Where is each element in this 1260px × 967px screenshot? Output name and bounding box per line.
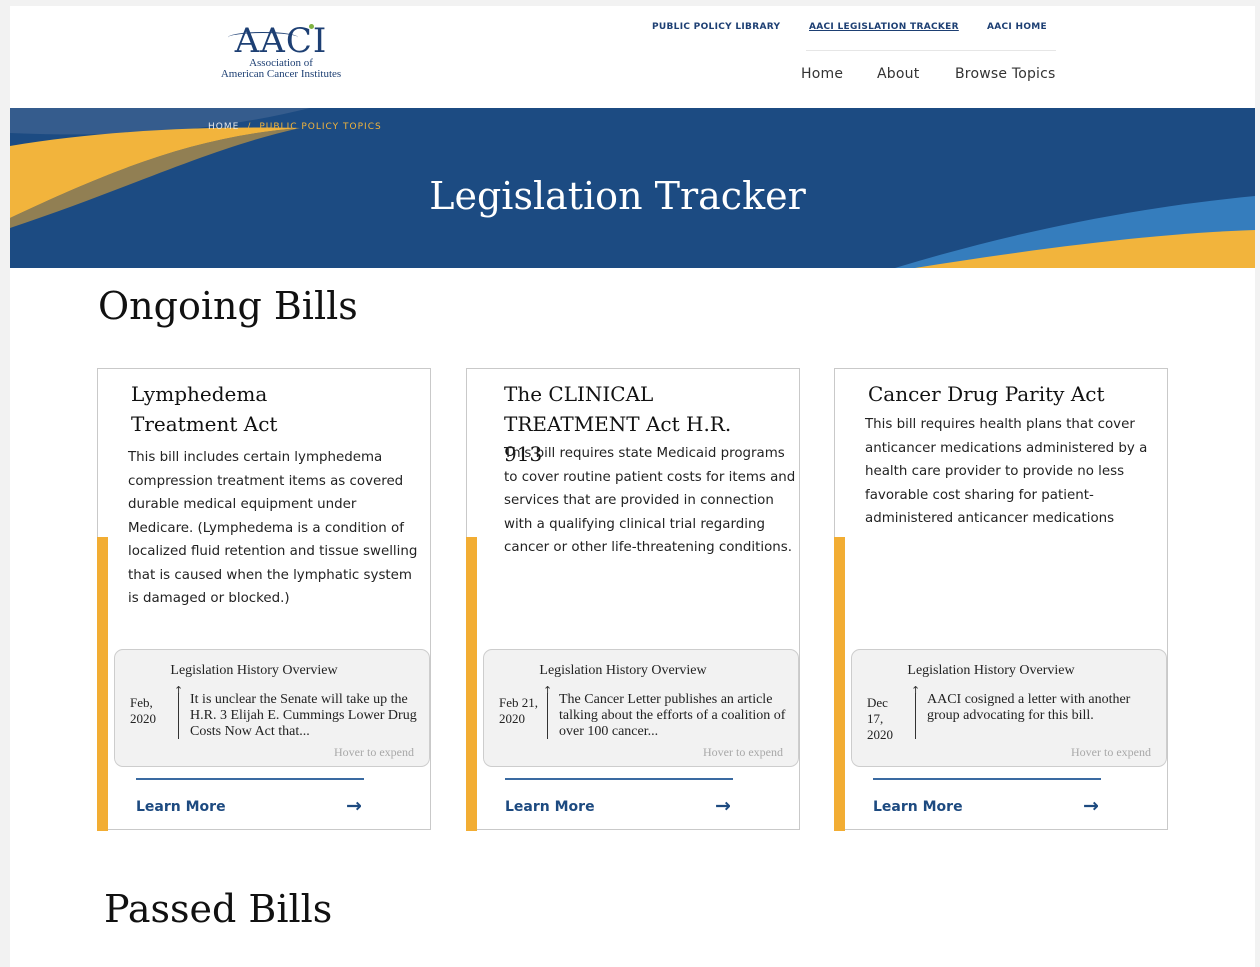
history-title: Legislation History Overview — [170, 663, 338, 678]
legislation-history-box[interactable]: Legislation History Overview Feb 21, 202… — [483, 649, 799, 767]
history-date: Feb, 2020 — [130, 695, 156, 726]
learn-more-link[interactable]: Learn More — [505, 799, 595, 815]
card-accent-bar — [466, 537, 477, 831]
breadcrumb-home[interactable]: HOME — [208, 122, 239, 132]
top-link-aaci-home[interactable]: AACI HOME — [987, 22, 1047, 32]
timeline-up-arrow-icon: ↑ — [911, 685, 921, 739]
card-accent-bar — [834, 537, 845, 831]
aaci-logo[interactable]: AACI Association of American Cancer Inst… — [206, 24, 356, 80]
history-text: The Cancer Letter publishes an article t… — [559, 692, 786, 739]
card-divider — [873, 778, 1101, 780]
section-title-ongoing: Ongoing Bills — [98, 284, 358, 328]
hover-hint: Hover to expend — [334, 745, 414, 759]
bill-card: Cancer Drug Parity Act This bill require… — [834, 368, 1168, 831]
timeline-up-arrow-icon: ↑ — [174, 685, 184, 739]
page: AACI Association of American Cancer Inst… — [10, 6, 1255, 967]
breadcrumb-current[interactable]: PUBLIC POLICY TOPICS — [259, 122, 381, 132]
arrow-right-icon[interactable]: → — [1083, 795, 1099, 817]
legislation-history-box[interactable]: Legislation History Overview Feb, 2020 ↑… — [114, 649, 430, 767]
nav-divider — [806, 50, 1056, 51]
nav-item-browse-topics[interactable]: Browse Topics — [955, 66, 1056, 82]
page-title: Legislation Tracker — [429, 174, 806, 218]
bill-card: The CLINICAL TREATMENT Act H.R. 913 This… — [466, 368, 800, 831]
nav-item-about[interactable]: About — [877, 66, 919, 82]
logo-dot-icon — [309, 24, 314, 29]
breadcrumb: HOME / PUBLIC POLICY TOPICS — [208, 122, 382, 132]
nav-item-home[interactable]: Home — [801, 66, 843, 82]
bill-description: This bill requires state Medicaid progra… — [504, 446, 796, 555]
hover-hint: Hover to expend — [1071, 745, 1151, 759]
bill-card: Lymphedema Treatment Act This bill inclu… — [97, 368, 431, 831]
history-title: Legislation History Overview — [539, 663, 707, 678]
section-title-passed: Passed Bills — [104, 887, 333, 931]
card-divider — [505, 778, 733, 780]
arrow-right-icon[interactable]: → — [715, 795, 731, 817]
learn-more-link[interactable]: Learn More — [136, 799, 226, 815]
timeline-up-arrow-icon: ↑ — [543, 685, 553, 739]
bill-title: Lymphedema Treatment Act — [131, 382, 278, 436]
breadcrumb-separator: / — [247, 122, 252, 132]
top-link-legislation-tracker[interactable]: AACI LEGISLATION TRACKER — [809, 22, 959, 32]
legislation-history-box[interactable]: Legislation History Overview Dec 17, 202… — [851, 649, 1167, 767]
logo-subtitle-line2: American Cancer Institutes — [220, 68, 342, 80]
top-link-public-policy-library[interactable]: PUBLIC POLICY LIBRARY — [652, 22, 780, 32]
bill-description: This bill includes certain lymphedema co… — [128, 450, 418, 606]
logo-mark: AACI — [206, 24, 356, 58]
history-text: It is unclear the Senate will take up th… — [190, 692, 417, 739]
hero-banner: HOME / PUBLIC POLICY TOPICS Legislation Tr… — [10, 108, 1255, 268]
card-divider — [136, 778, 364, 780]
history-title: Legislation History Overview — [907, 663, 1075, 678]
card-accent-bar — [97, 537, 108, 831]
history-text: AACI cosigned a letter with another grou… — [927, 692, 1131, 723]
hover-hint: Hover to expend — [703, 745, 783, 759]
bill-title: Cancer Drug Parity Act — [868, 382, 1105, 406]
history-date: Dec 17, 2020 — [867, 695, 893, 742]
bill-description: This bill requires health plans that cov… — [865, 417, 1148, 526]
history-date: Feb 21, 2020 — [499, 695, 538, 726]
arrow-right-icon[interactable]: → — [346, 795, 362, 817]
logo-swoosh-icon — [228, 32, 298, 43]
learn-more-link[interactable]: Learn More — [873, 799, 963, 815]
